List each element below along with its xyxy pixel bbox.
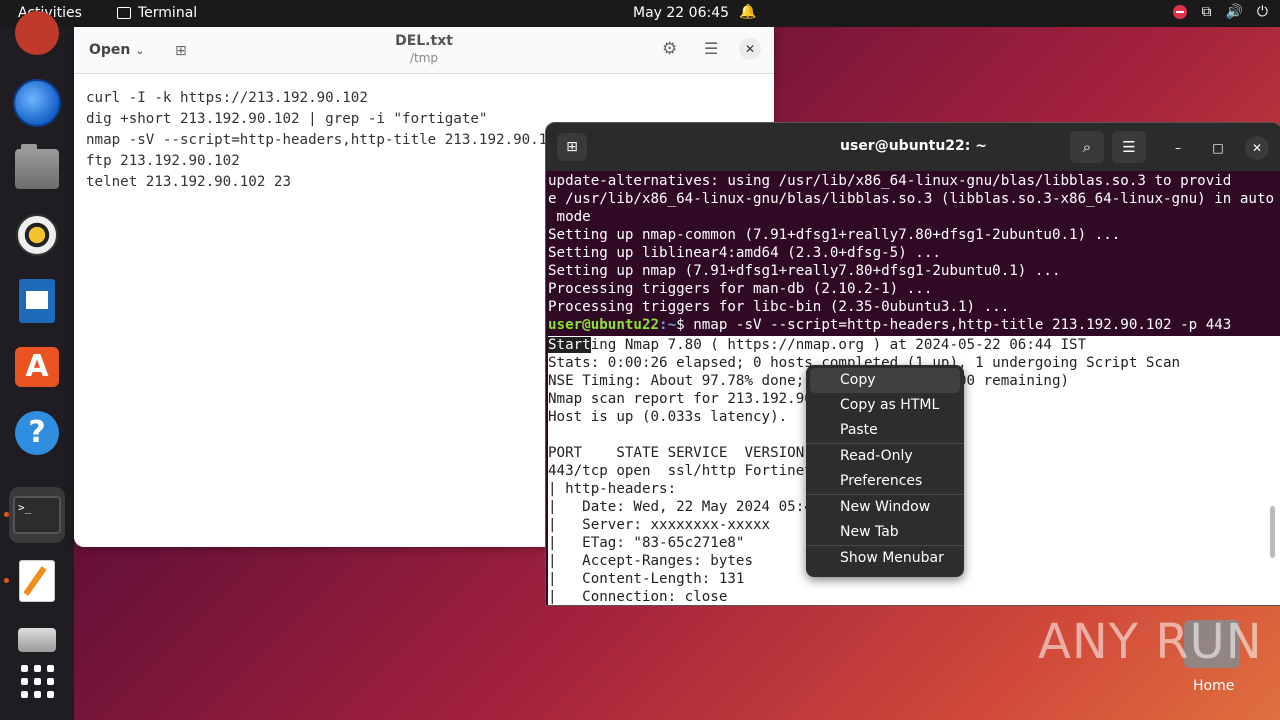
menu-item-paste[interactable]: Paste (810, 418, 960, 443)
menu-item-new-window[interactable]: New Window (810, 495, 960, 520)
context-menu: Copy Copy as HTML Paste Read-Only Prefer… (806, 365, 964, 577)
search-icon[interactable]: ⌕ (1070, 131, 1104, 163)
close-icon[interactable]: ✕ (1245, 136, 1269, 160)
help-dock-item[interactable]: ? (9, 405, 65, 461)
editor-headerbar: Open ⌄ ⊞ DEL.txt /tmp ⚙ ☰ ✕ (74, 27, 774, 74)
terminal-line: Starting Nmap 7.80 ( https://nmap.org ) … (548, 337, 1087, 353)
terminal-line: Setting up nmap-common (7.91+dfsg1+reall… (548, 227, 1121, 243)
terminal-line: e /usr/lib/x86_64-linux-gnu/blas/libblas… (548, 191, 1275, 207)
terminal-line: mode (548, 209, 591, 225)
help-icon: ? (15, 411, 59, 455)
terminal-line: | Connection: close (548, 589, 728, 605)
terminal-dock-item[interactable]: >_ (9, 487, 65, 543)
app-name: Terminal (138, 5, 198, 21)
terminal-line: Processing triggers for man-db (2.10.2-1… (548, 281, 933, 297)
firefox-dock-item[interactable] (9, 5, 65, 61)
terminal-line: Setting up liblinear4:amd64 (2.3.0+dfsg-… (548, 245, 941, 261)
writer-dock-item[interactable] (9, 273, 65, 329)
clock[interactable]: May 22 06:45 (633, 5, 729, 21)
command-text: $ nmap -sV --script=http-headers,http-ti… (676, 317, 1232, 333)
prompt-line: user@ubuntu22:~$ nmap -sV --script=http-… (548, 316, 1280, 334)
app-grid-icon (21, 665, 54, 698)
menu-item-copy[interactable]: Copy (810, 368, 960, 393)
removable-drive-icon (18, 628, 56, 652)
close-icon[interactable]: ✕ (739, 38, 761, 60)
firefox-icon (15, 11, 59, 55)
dock: A ? >_ (0, 11, 74, 720)
terminal-output[interactable]: update-alternatives: using /usr/lib/x86_… (546, 171, 1280, 334)
settings-gear-icon[interactable]: ⚙ (662, 39, 677, 59)
anyrun-watermark: ANY RUN (1038, 614, 1263, 670)
app-center-icon: A (15, 347, 59, 387)
top-bar: Activities Terminal May 22 06:45 🔔 ⧉ 🔊 ⏻ (0, 0, 1280, 27)
selected-text: Start (548, 337, 591, 353)
editor-line: curl -I -k https://213.192.90.102 (86, 90, 368, 106)
hamburger-menu-icon[interactable]: ☰ (704, 39, 718, 58)
notification-bell-icon: 🔔 (739, 4, 757, 20)
terminal-icon: >_ (13, 496, 61, 534)
terminal-line: Setting up nmap (7.91+dfsg1+really7.80+d… (548, 263, 1061, 279)
minimize-icon[interactable]: – (1166, 136, 1190, 160)
thunderbird-icon (13, 79, 61, 127)
show-apps-button[interactable] (9, 653, 65, 709)
terminal-line: update-alternatives: using /usr/lib/x86_… (548, 173, 1232, 189)
terminal-scrollbar[interactable] (1270, 506, 1275, 558)
app-center-dock-item[interactable]: A (9, 339, 65, 395)
files-dock-item[interactable] (9, 141, 65, 197)
hamburger-menu-icon[interactable]: ☰ (1112, 131, 1146, 163)
menu-item-preferences[interactable]: Preferences (810, 469, 960, 494)
menu-item-show-menubar[interactable]: Show Menubar (810, 546, 960, 571)
system-tray[interactable]: ⧉ 🔊 ⏻ (1173, 4, 1268, 20)
menu-item-read-only[interactable]: Read-Only (810, 444, 960, 469)
text-editor-icon (19, 560, 55, 602)
thunderbird-dock-item[interactable] (9, 75, 65, 131)
power-icon: ⏻ (1256, 4, 1268, 20)
writer-icon (19, 279, 55, 323)
menu-item-new-tab[interactable]: New Tab (810, 520, 960, 545)
rhythmbox-icon (16, 214, 58, 256)
rhythmbox-dock-item[interactable] (9, 207, 65, 263)
terminal-headerbar: ⊞ user@ubuntu22: ~ ⌕ ☰ – □ ✕ (546, 123, 1280, 171)
volume-icon: 🔊 (1225, 4, 1243, 20)
terminal-app-icon (117, 7, 131, 19)
text-editor-dock-item[interactable] (9, 553, 65, 609)
prompt-path: :~ (659, 317, 677, 333)
files-icon (15, 144, 59, 189)
do-not-disturb-icon (1173, 5, 1188, 19)
terminal-line: Processing triggers for libc-bin (2.35-0… (548, 299, 1010, 315)
network-icon: ⧉ (1201, 4, 1212, 20)
home-folder-label[interactable]: Home (1193, 678, 1234, 694)
maximize-icon[interactable]: □ (1206, 136, 1230, 160)
prompt-user: user@ubuntu22 (548, 317, 660, 333)
app-menu[interactable]: Terminal (117, 5, 197, 21)
menu-item-copy-as-html[interactable]: Copy as HTML (810, 393, 960, 418)
